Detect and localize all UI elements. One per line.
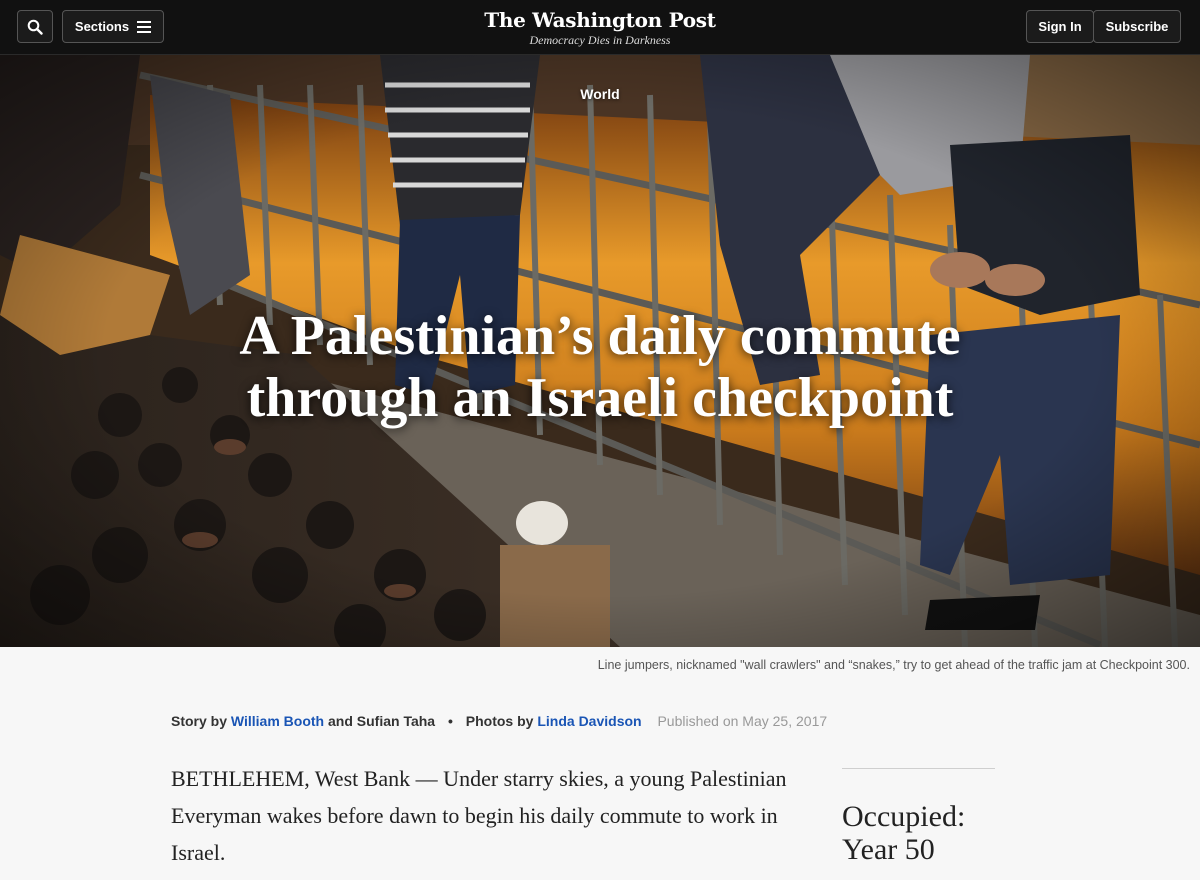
series-title-line-1: Occupied:: [842, 800, 966, 833]
top-navigation-bar: Sections The Washington Post Democracy D…: [0, 0, 1200, 55]
article-lede-paragraph: BETHLEHEM, West Bank — Under starry skie…: [171, 766, 787, 865]
washington-post-logo[interactable]: The Washington Post: [484, 8, 716, 32]
author-sufian-taha: Sufian Taha: [356, 713, 436, 729]
photo-caption: Line jumpers, nicknamed "wall crawlers" …: [597, 658, 1190, 672]
sidebar-divider: [842, 768, 995, 769]
masthead: The Washington Post Democracy Dies in Da…: [0, 8, 1200, 48]
series-title[interactable]: Occupied: Year 50: [842, 800, 1042, 866]
sections-label: Sections: [74, 19, 130, 34]
hamburger-icon: [137, 20, 152, 33]
story-by-label: Story by: [171, 713, 228, 729]
hero-photo: World A Palestinian’s daily commute thro…: [0, 55, 1200, 647]
published-date: Published on May 25, 2017: [657, 713, 828, 729]
author-link-william-booth[interactable]: William Booth: [231, 713, 324, 729]
search-button[interactable]: [17, 10, 53, 43]
byline: Story by William Booth and Sufian Taha •…: [171, 713, 827, 729]
and-label: and: [328, 713, 353, 729]
photos-by-label: Photos by: [465, 713, 534, 729]
sign-in-button[interactable]: Sign In: [1026, 10, 1094, 43]
search-icon: [27, 19, 43, 35]
masthead-tagline: Democracy Dies in Darkness: [529, 33, 671, 47]
photographer-link-linda-davidson[interactable]: Linda Davidson: [537, 713, 641, 729]
byline-separator: •: [447, 713, 453, 729]
article-headline: A Palestinian’s daily commute through an…: [239, 305, 961, 429]
series-title-line-2: Year 50: [842, 833, 935, 866]
subscribe-button[interactable]: Subscribe: [1093, 10, 1181, 43]
sections-menu-button[interactable]: Sections: [62, 10, 164, 43]
section-kicker[interactable]: World: [0, 86, 1200, 102]
